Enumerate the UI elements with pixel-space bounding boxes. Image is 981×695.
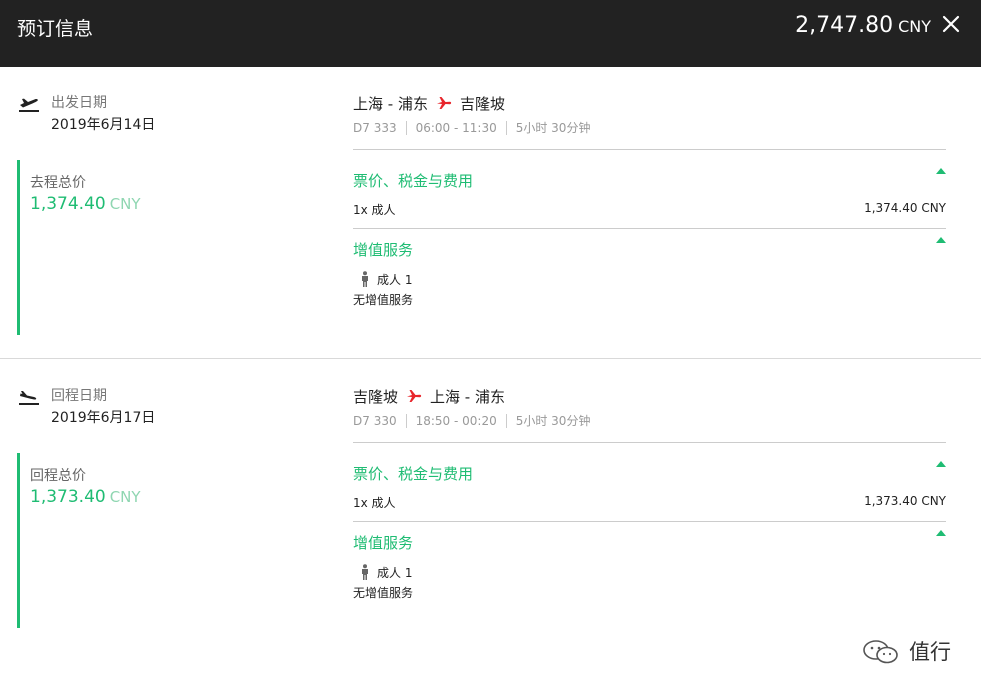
outbound-passenger: 成人 1 [353, 271, 946, 288]
plane-arrow-icon [436, 97, 452, 109]
divider [353, 442, 946, 443]
outbound-destination: 吉隆坡 [459, 95, 505, 113]
inbound-fees-line: 1x 成人 1,373.40 CNY [353, 494, 946, 512]
inbound-destination: 上海 - 浦东 [430, 388, 505, 406]
meta-separator [405, 121, 407, 135]
plane-arrow-icon [407, 390, 422, 402]
outbound-flight-number: D7 333 [353, 121, 397, 135]
departure-date-label: 出发日期 [51, 95, 107, 111]
outbound-price-currency: CNY [109, 195, 141, 213]
outbound-no-service: 无增值服务 [353, 293, 414, 307]
outbound-fees-title: 票价、税金与费用 [353, 172, 474, 190]
inbound-fees-toggle[interactable]: 票价、税金与费用 [353, 461, 946, 485]
inbound-fees-title: 票价、税金与费用 [353, 465, 474, 483]
booking-header: 预订信息 2,747.80 CNY [0, 0, 981, 67]
inbound-flight-meta: D7 330 18:50 - 00:20 5小时 30分钟 [353, 412, 946, 429]
wechat-logo-icon [863, 640, 898, 664]
outbound-flight-duration: 5小时 30分钟 [515, 121, 591, 135]
inbound-price-value: 1,373.40 CNY [30, 487, 141, 507]
outbound-details: 上海 - 浦东 吉隆坡 D7 333 06:00 - 11:30 5小时 30分钟 票… [353, 93, 946, 308]
inbound-origin: 吉隆坡 [353, 388, 399, 406]
inbound-price-label: 回程总价 [30, 468, 86, 484]
departure-date-value: 2019年6月14日 [51, 117, 156, 133]
outbound-flight-time: 06:00 - 11:30 [415, 121, 497, 135]
outbound-services-toggle[interactable]: 增值服务 [353, 237, 946, 261]
outbound-fees-toggle[interactable]: 票价、税金与费用 [353, 168, 946, 192]
meta-separator [405, 414, 407, 428]
inbound-flight-duration: 5小时 30分钟 [515, 414, 591, 428]
inbound-passenger-label: 成人 1 [377, 566, 413, 580]
header-title: 预订信息 [17, 18, 94, 40]
return-date-label: 回程日期 [51, 388, 107, 404]
inbound-price-currency: CNY [109, 488, 141, 506]
outbound-fees-item-label: 1x 成人 [353, 203, 396, 217]
collapse-caret-icon[interactable] [936, 461, 946, 467]
inbound-flight-time: 18:50 - 00:20 [415, 414, 497, 428]
return-date-value: 2019年6月17日 [51, 410, 156, 426]
inbound-services-toggle[interactable]: 增值服务 [353, 530, 946, 554]
outbound-price-amount: 1,374.40 [30, 194, 106, 214]
meta-separator [505, 121, 507, 135]
collapse-caret-icon[interactable] [936, 168, 946, 174]
divider [353, 149, 946, 150]
header-total-price: 2,747.80 CNY [795, 13, 931, 38]
watermark-text: 值行 [909, 640, 951, 664]
outbound-section: 出发日期 2019年6月14日 去程总价 1,374.40 CNY 上海 - 浦东… [0, 67, 981, 359]
arrival-plane-icon [19, 391, 39, 405]
collapse-caret-icon[interactable] [936, 530, 946, 536]
divider [353, 228, 946, 229]
outbound-origin: 上海 - 浦东 [353, 95, 428, 113]
outbound-services-title: 增值服务 [353, 241, 414, 259]
inbound-price-bar [17, 453, 21, 628]
departure-plane-icon [19, 98, 39, 112]
outbound-route: 上海 - 浦东 吉隆坡 [353, 93, 946, 115]
outbound-price-bar [17, 160, 21, 335]
outbound-price-value: 1,374.40 CNY [30, 194, 141, 214]
meta-separator [505, 414, 507, 428]
header-total-amount: 2,747.80 [795, 13, 894, 38]
close-icon[interactable] [939, 12, 963, 36]
watermark: 值行 [861, 636, 951, 666]
collapse-caret-icon[interactable] [936, 237, 946, 243]
outbound-fees-line: 1x 成人 1,374.40 CNY [353, 201, 946, 219]
outbound-fees-item-amount: 1,374.40 CNY [864, 201, 946, 215]
inbound-section: 回程日期 2019年6月17日 回程总价 1,373.40 CNY 吉隆坡 上海 -… [0, 360, 981, 695]
inbound-fees-item-amount: 1,373.40 CNY [864, 494, 946, 508]
inbound-route: 吉隆坡 上海 - 浦东 [353, 386, 946, 408]
outbound-passenger-label: 成人 1 [377, 273, 413, 287]
outbound-flight-meta: D7 333 06:00 - 11:30 5小时 30分钟 [353, 119, 946, 136]
header-total-currency: CNY [898, 17, 931, 36]
person-icon [362, 564, 368, 580]
divider [353, 521, 946, 522]
inbound-details: 吉隆坡 上海 - 浦东 D7 330 18:50 - 00:20 5小时 30分钟 票… [353, 386, 946, 601]
inbound-price-amount: 1,373.40 [30, 487, 106, 507]
person-icon [362, 271, 368, 287]
inbound-passenger: 成人 1 [353, 564, 946, 581]
inbound-no-service: 无增值服务 [353, 586, 414, 600]
inbound-flight-number: D7 330 [353, 414, 397, 428]
outbound-price-label: 去程总价 [30, 175, 86, 191]
inbound-fees-item-label: 1x 成人 [353, 496, 396, 510]
inbound-services-title: 增值服务 [353, 534, 414, 552]
